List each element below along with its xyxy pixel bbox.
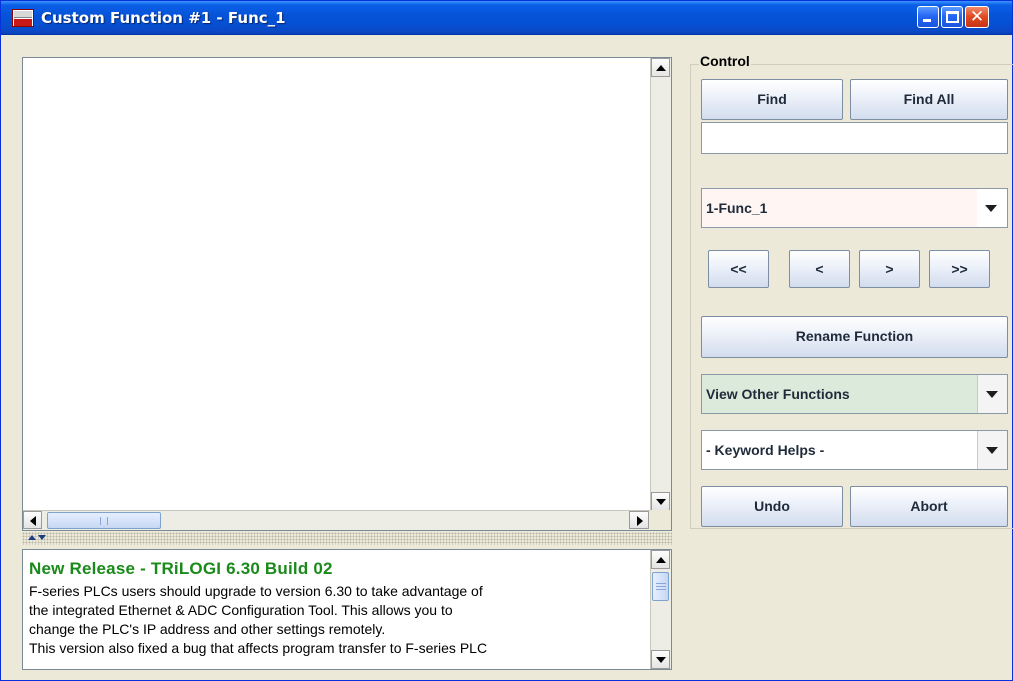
arrow-up-icon — [656, 557, 666, 563]
code-editor — [22, 57, 672, 531]
view-other-functions-select[interactable]: View Other Functions — [701, 374, 1008, 414]
function-select-dropdown-button[interactable] — [977, 189, 1007, 227]
panel-splitter[interactable] — [22, 532, 672, 545]
arrow-up-icon — [656, 65, 666, 71]
previous-function-button[interactable]: < — [789, 250, 850, 288]
code-editor-textarea[interactable] — [24, 59, 650, 511]
arrow-down-icon — [656, 499, 666, 505]
last-function-button[interactable]: >> — [929, 250, 990, 288]
title-bar[interactable]: Custom Function #1 - Func_1 ✕ — [1, 1, 1012, 35]
splitter-arrows[interactable] — [28, 534, 50, 542]
custom-function-window: Custom Function #1 - Func_1 ✕ New Releas… — [0, 0, 1013, 681]
minimize-icon — [923, 19, 931, 22]
news-scroll-up-button[interactable] — [651, 550, 670, 569]
find-button[interactable]: Find — [701, 79, 843, 120]
chevron-down-icon — [985, 205, 997, 212]
scroll-left-button[interactable] — [23, 511, 42, 529]
news-vertical-scrollbar[interactable] — [650, 550, 671, 669]
next-function-button[interactable]: > — [859, 250, 920, 288]
rename-function-button[interactable]: Rename Function — [701, 316, 1008, 358]
scroll-right-button[interactable] — [629, 511, 649, 529]
keyword-helps-dropdown-button[interactable] — [977, 431, 1007, 469]
minimize-button[interactable] — [917, 6, 939, 28]
view-other-functions-label: View Other Functions — [706, 386, 850, 402]
scroll-down-button[interactable] — [651, 492, 670, 511]
scroll-up-button[interactable] — [651, 58, 670, 77]
expand-down-icon[interactable] — [38, 535, 46, 540]
undo-button[interactable]: Undo — [701, 486, 843, 527]
horizontal-scroll-thumb[interactable] — [47, 512, 161, 529]
news-panel: New Release - TRiLOGI 6.30 Build 02 F-se… — [22, 549, 672, 670]
window-title: Custom Function #1 - Func_1 — [41, 9, 286, 27]
arrow-left-icon — [30, 516, 36, 526]
view-other-functions-dropdown-button[interactable] — [977, 375, 1007, 413]
close-button[interactable]: ✕ — [965, 6, 989, 28]
keyword-helps-label: - Keyword Helps - — [706, 442, 825, 458]
news-line: This version also fixed a bug that affec… — [29, 640, 488, 656]
news-title: New Release - TRiLOGI 6.30 Build 02 — [29, 559, 333, 578]
function-select-value: 1-Func_1 — [706, 200, 768, 216]
news-scroll-thumb[interactable] — [652, 572, 669, 601]
news-line: change the PLC's IP address and other se… — [29, 621, 386, 637]
grip-icon — [100, 517, 108, 525]
first-function-button[interactable]: << — [708, 250, 769, 288]
abort-button[interactable]: Abort — [850, 486, 1008, 527]
control-group-title: Control — [699, 53, 751, 69]
find-all-button[interactable]: Find All — [850, 79, 1008, 120]
app-icon — [12, 9, 34, 27]
chevron-down-icon — [986, 447, 998, 454]
scroll-corner — [650, 510, 671, 530]
news-scroll-down-button[interactable] — [651, 650, 670, 669]
expand-up-icon[interactable] — [28, 535, 36, 540]
chevron-down-icon — [986, 391, 998, 398]
news-content: New Release - TRiLOGI 6.30 Build 02 F-se… — [29, 559, 643, 658]
arrow-down-icon — [656, 657, 666, 663]
news-line: F-series PLCs users should upgrade to ve… — [29, 583, 483, 599]
maximize-button[interactable] — [941, 6, 963, 28]
editor-vertical-scrollbar[interactable] — [650, 58, 671, 511]
keyword-helps-select[interactable]: - Keyword Helps - — [701, 430, 1008, 470]
news-line: the integrated Ethernet & ADC Configurat… — [29, 602, 453, 618]
arrow-right-icon — [637, 516, 643, 526]
editor-horizontal-scrollbar[interactable] — [23, 510, 650, 530]
find-input[interactable] — [701, 122, 1008, 154]
function-select[interactable]: 1-Func_1 — [701, 188, 1008, 228]
maximize-icon — [946, 11, 959, 23]
close-icon: ✕ — [969, 7, 985, 27]
